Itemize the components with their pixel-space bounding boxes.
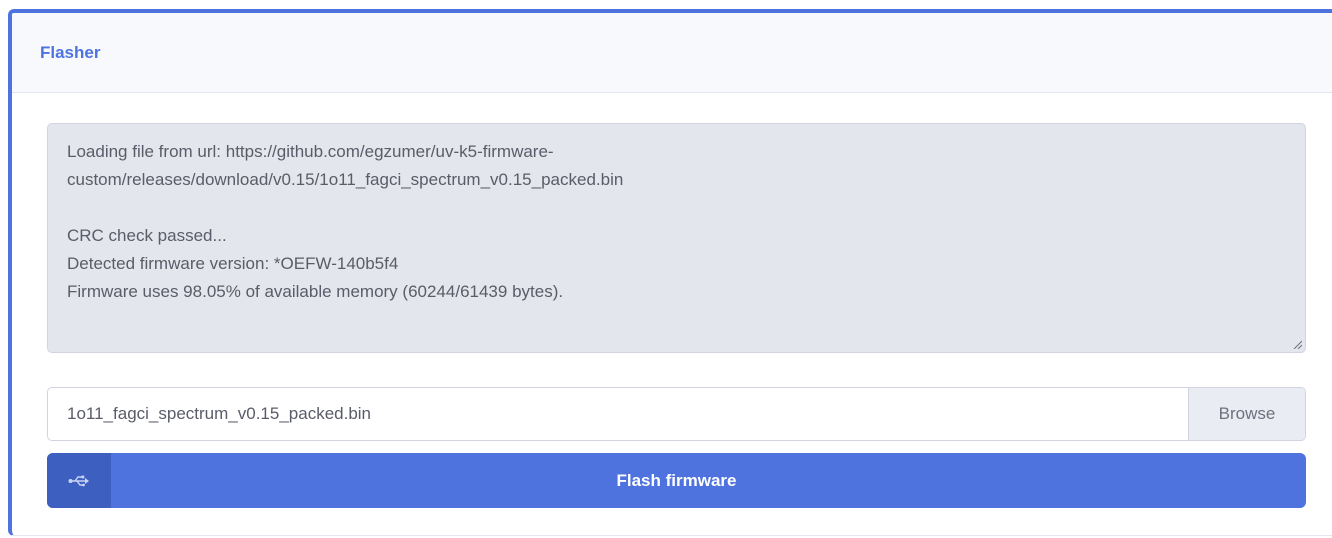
log-line: Detected firmware version: *OEFW-140b5f4 (67, 254, 399, 273)
log-line: Firmware uses 98.05% of available memory… (67, 282, 564, 301)
file-input-group: 1o11_fagci_spectrum_v0.15_packed.bin Bro… (47, 387, 1306, 441)
log-line: CRC check passed... (67, 226, 227, 245)
page: Flasher Loading file from url: https://g… (0, 0, 1332, 538)
flash-button-label: Flash firmware (616, 470, 737, 490)
log-output[interactable]: Loading file from url: https://github.co… (47, 123, 1306, 353)
flash-firmware-button[interactable]: Flash firmware (47, 453, 1306, 508)
card-header: Flasher (12, 13, 1332, 93)
usb-icon (68, 475, 89, 486)
card-title: Flasher (40, 42, 101, 62)
file-input[interactable]: 1o11_fagci_spectrum_v0.15_packed.bin (48, 388, 1188, 440)
log-blank-line (67, 194, 1286, 222)
flasher-card: Flasher Loading file from url: https://g… (8, 9, 1332, 536)
log-line: Loading file from url: https://github.co… (67, 142, 554, 161)
browse-button[interactable]: Browse (1188, 388, 1305, 440)
flash-icon-box (47, 453, 111, 508)
resize-grip-icon[interactable] (1292, 339, 1302, 349)
log-line: custom/releases/download/v0.15/1o11_fagc… (67, 170, 624, 189)
